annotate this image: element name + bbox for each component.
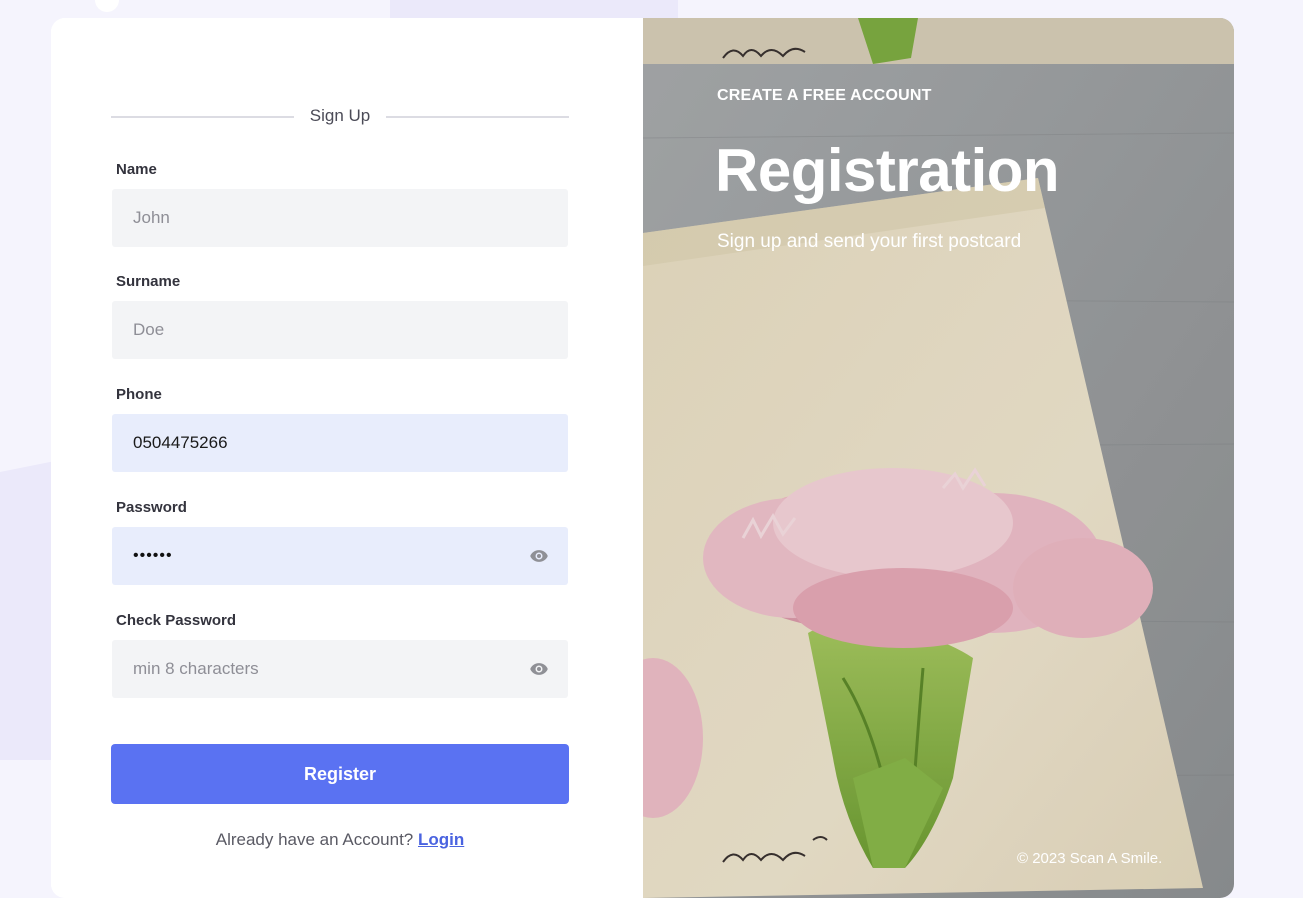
eye-icon[interactable] [528, 659, 550, 679]
check-password-label: Check Password [116, 612, 237, 629]
registration-card: Sign Up Name Surname Phone Password [51, 18, 1234, 898]
password-label: Password [116, 499, 187, 516]
eye-icon[interactable] [528, 546, 550, 566]
hero-subtitle: Sign up and send your first postcard [717, 231, 1022, 252]
login-link[interactable]: Login [418, 830, 464, 849]
background-shape [390, 0, 678, 18]
check-password-input-box[interactable] [112, 640, 568, 698]
hero-kicker: CREATE A FREE ACCOUNT [717, 87, 932, 104]
check-password-input[interactable] [112, 640, 568, 698]
login-prompt-row: Already have an Account? Login [111, 830, 569, 850]
password-field: Password •••••• [112, 498, 568, 585]
name-field: Name [112, 160, 568, 247]
password-value: •••••• [133, 547, 173, 564]
hero-image-panel: CREATE A FREE ACCOUNT Registration Sign … [643, 18, 1234, 898]
phone-input-box[interactable] [112, 414, 568, 472]
check-password-field: Check Password [112, 611, 568, 698]
phone-label: Phone [116, 386, 162, 403]
form-heading: Sign Up [309, 106, 371, 125]
register-button[interactable]: Register [111, 744, 569, 804]
phone-field: Phone [112, 385, 568, 472]
surname-field: Surname [112, 272, 568, 359]
surname-label: Surname [116, 273, 181, 290]
surname-input-box[interactable] [112, 301, 568, 359]
hero-title: Registration [715, 137, 1060, 204]
background-dot [95, 0, 119, 12]
password-input[interactable]: •••••• [112, 527, 568, 585]
form-heading-divider: Sign Up [111, 106, 569, 128]
name-input-box[interactable] [112, 189, 568, 247]
signup-form: Sign Up Name Surname Phone Password [51, 18, 643, 898]
phone-input[interactable] [112, 414, 568, 472]
name-input[interactable] [112, 189, 568, 247]
login-prompt: Already have an Account? [215, 830, 414, 849]
divider-line [111, 116, 294, 118]
surname-input[interactable] [112, 301, 568, 359]
copyright-text: © 2023 Scan A Smile. [1017, 850, 1163, 867]
name-label: Name [116, 161, 157, 178]
divider-line [386, 116, 569, 118]
